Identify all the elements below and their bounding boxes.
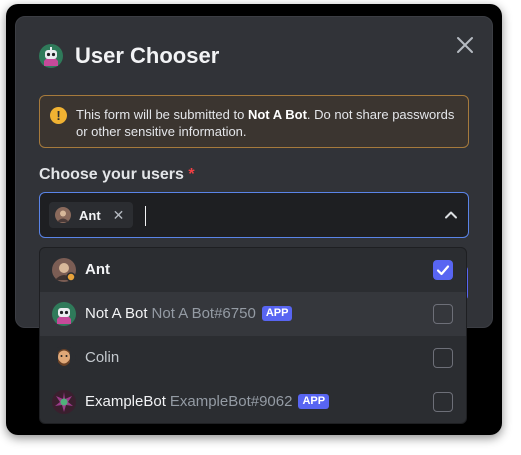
option-examplebot[interactable]: ExampleBot ExampleBot#9062 APP [40,380,466,423]
option-colin[interactable]: Colin [40,336,466,380]
option-not-a-bot[interactable]: Not A Bot Not A Bot#6750 APP [40,292,466,336]
warning-text: This form will be submitted to Not A Bot… [76,107,455,139]
user-avatar [55,207,71,223]
option-name: Not A Bot [85,305,148,322]
option-name: Colin [85,349,120,366]
option-username: Not A Bot#6750 [151,305,256,322]
modal-header: User Chooser [39,43,219,69]
remove-chip-icon[interactable]: ✕ [113,207,125,224]
warning-bot-name: Not A Bot [247,107,307,122]
close-icon[interactable] [454,34,476,56]
user-options-list: Ant Not A Bot Not A Bot#6750 APP Colin E… [39,247,467,424]
selected-user-chip: Ant ✕ [49,202,133,228]
field-label: Choose your users * [39,166,195,183]
warning-banner: ! This form will be submitted to Not A B… [39,95,469,148]
robot-avatar-icon [52,302,76,326]
option-username: ExampleBot#9062 [169,393,293,410]
option-name: ExampleBot [85,393,166,410]
user-avatar [52,346,76,370]
chevron-up-icon[interactable] [443,207,459,223]
checkbox-unchecked[interactable] [433,348,453,368]
modal-title: User Chooser [75,43,220,68]
checkbox-unchecked[interactable] [433,304,453,324]
required-asterisk: * [188,166,195,183]
option-name: Ant [85,261,110,278]
checkbox-unchecked[interactable] [433,392,453,412]
text-caret [145,206,146,226]
app-badge: APP [298,394,330,409]
app-badge: APP [261,306,293,321]
robot-avatar-icon [39,44,63,68]
bot-avatar-icon [52,390,76,414]
chip-label: Ant [79,207,101,223]
option-ant[interactable]: Ant [40,248,466,292]
user-avatar [52,258,76,282]
exclamation-icon: ! [50,107,67,124]
user-select-input[interactable]: Ant ✕ [39,192,469,238]
checkbox-checked[interactable] [433,260,453,280]
